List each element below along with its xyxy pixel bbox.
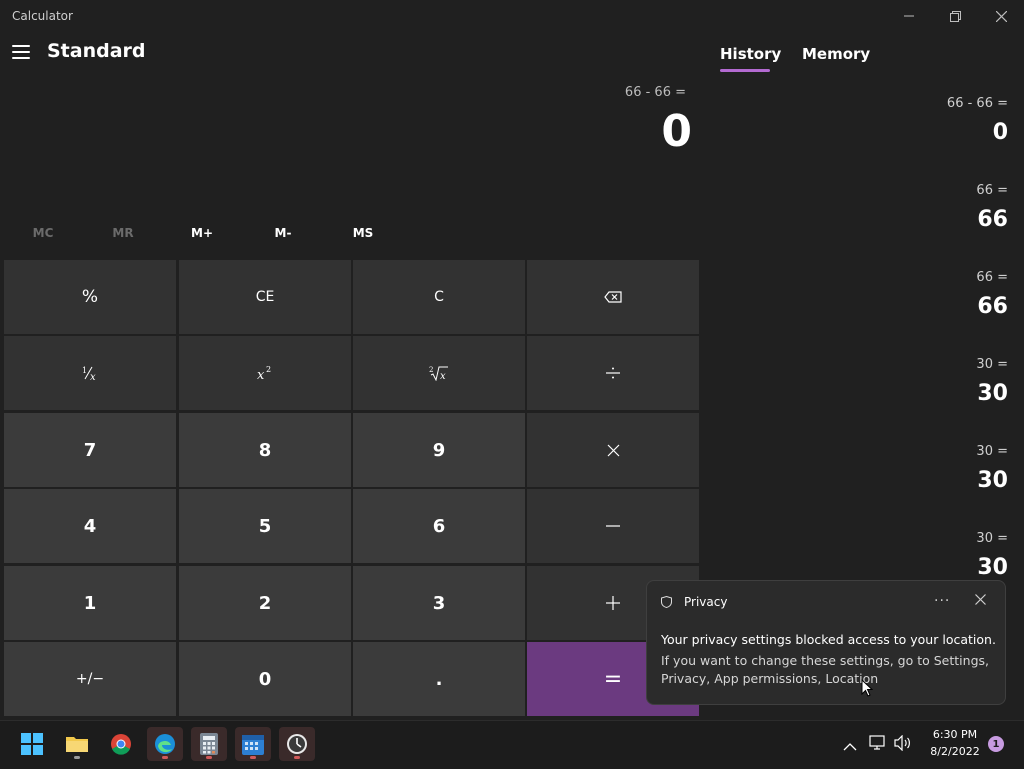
close-icon: [995, 10, 1007, 22]
minimize-button[interactable]: [886, 0, 932, 32]
clear-button[interactable]: C: [353, 260, 525, 334]
digit-8-button[interactable]: 8: [179, 413, 351, 487]
shield-icon: [661, 595, 672, 611]
digit-2-button[interactable]: 2: [179, 566, 351, 640]
clear-entry-button[interactable]: CE: [179, 260, 351, 334]
history-item-result[interactable]: 66: [977, 207, 1008, 232]
mouse-cursor-icon: [861, 678, 874, 701]
calendar-icon[interactable]: [235, 727, 271, 761]
digit-1-button[interactable]: 1: [4, 566, 176, 640]
decimal-button[interactable]: .: [353, 642, 525, 716]
network-icon[interactable]: [869, 735, 887, 755]
chrome-icon[interactable]: [103, 727, 139, 761]
negate-button[interactable]: +/−: [4, 642, 176, 716]
notification-title: Privacy: [684, 595, 728, 609]
percent-button[interactable]: %: [4, 260, 176, 334]
digit-6-button[interactable]: 6: [353, 489, 525, 563]
expression-display: 66 - 66 =: [624, 85, 686, 100]
chevron-up-icon[interactable]: [843, 737, 857, 756]
reciprocal-button[interactable]: 1x: [4, 336, 176, 410]
restore-button[interactable]: [932, 0, 978, 32]
minus-icon: [606, 525, 620, 527]
close-icon: [975, 594, 986, 605]
hamburger-icon: [12, 45, 30, 47]
clock-time[interactable]: 6:30 PM: [925, 728, 985, 741]
history-item-expression[interactable]: 66 =: [976, 270, 1008, 285]
history-item-expression[interactable]: 66 =: [976, 183, 1008, 198]
history-item-expression[interactable]: 30 =: [976, 444, 1008, 459]
history-item-result[interactable]: 30: [977, 381, 1008, 406]
close-button[interactable]: [978, 0, 1024, 32]
minimize-icon: [904, 15, 914, 17]
memory-recall-button[interactable]: MR: [83, 226, 163, 240]
history-item-result[interactable]: 30: [977, 468, 1008, 493]
notification-badge[interactable]: 1: [988, 736, 1004, 752]
history-item-expression[interactable]: 30 =: [976, 531, 1008, 546]
divide-button[interactable]: [527, 336, 699, 410]
navigation-menu-button[interactable]: [12, 44, 30, 60]
digit-3-button[interactable]: 3: [353, 566, 525, 640]
clock-date[interactable]: 8/2/2022: [925, 745, 985, 758]
volume-icon[interactable]: [894, 734, 912, 755]
file-explorer-icon[interactable]: [59, 727, 95, 761]
active-tab-indicator: [720, 69, 770, 72]
plus-icon: [606, 596, 620, 610]
notification-close-button[interactable]: [975, 593, 986, 609]
edge-icon[interactable]: [147, 727, 183, 761]
history-item-result[interactable]: 66: [977, 294, 1008, 319]
digit-7-button[interactable]: 7: [4, 413, 176, 487]
svg-text:1: 1: [82, 366, 87, 375]
reciprocal-icon: 1x: [82, 366, 96, 381]
restore-icon: [949, 10, 961, 22]
divide-icon: [606, 367, 620, 379]
digit-9-button[interactable]: 9: [353, 413, 525, 487]
square-root-icon: 2x: [429, 366, 448, 381]
subtract-button[interactable]: [527, 489, 699, 563]
digit-4-button[interactable]: 4: [4, 489, 176, 563]
history-item-expression[interactable]: 66 - 66 =: [947, 96, 1008, 111]
digit-5-button[interactable]: 5: [179, 489, 351, 563]
memory-add-button[interactable]: M+: [162, 226, 242, 240]
tab-memory[interactable]: Memory: [802, 45, 870, 63]
svg-text:x: x: [90, 372, 96, 381]
svg-text:2: 2: [266, 365, 271, 374]
multiply-button[interactable]: [527, 413, 699, 487]
square-root-button[interactable]: 2x: [353, 336, 525, 410]
history-item-expression[interactable]: 30 =: [976, 357, 1008, 372]
more-options-icon[interactable]: ···: [934, 593, 950, 609]
notification-message: Your privacy settings blocked access to …: [661, 632, 996, 647]
memory-store-button[interactable]: MS: [323, 226, 403, 240]
square-button[interactable]: x2: [179, 336, 351, 410]
calculator-icon[interactable]: [191, 727, 227, 761]
multiply-icon: [607, 444, 619, 456]
window-title: Calculator: [12, 9, 73, 23]
taskbar: [0, 720, 1024, 769]
backspace-button[interactable]: [527, 260, 699, 334]
svg-text:x: x: [440, 371, 446, 381]
clock-icon[interactable]: [279, 727, 315, 761]
notification-instructions: If you want to change these settings, go…: [661, 653, 989, 686]
digit-0-button[interactable]: 0: [179, 642, 351, 716]
start-icon[interactable]: [14, 727, 50, 761]
square-icon: x2: [257, 365, 271, 381]
svg-text:x: x: [257, 368, 265, 381]
memory-subtract-button[interactable]: M-: [243, 226, 323, 240]
svg-text:2: 2: [429, 366, 433, 374]
calculator-mode-title: Standard: [47, 40, 146, 62]
memory-clear-button[interactable]: MC: [3, 226, 83, 240]
privacy-notification[interactable]: Privacy ··· Your privacy settings blocke…: [646, 580, 1006, 705]
history-item-result[interactable]: 30: [977, 555, 1008, 580]
tab-history[interactable]: History: [720, 45, 781, 63]
backspace-icon: [604, 291, 622, 303]
result-display: 0: [661, 106, 692, 157]
history-item-result[interactable]: 0: [993, 120, 1008, 145]
